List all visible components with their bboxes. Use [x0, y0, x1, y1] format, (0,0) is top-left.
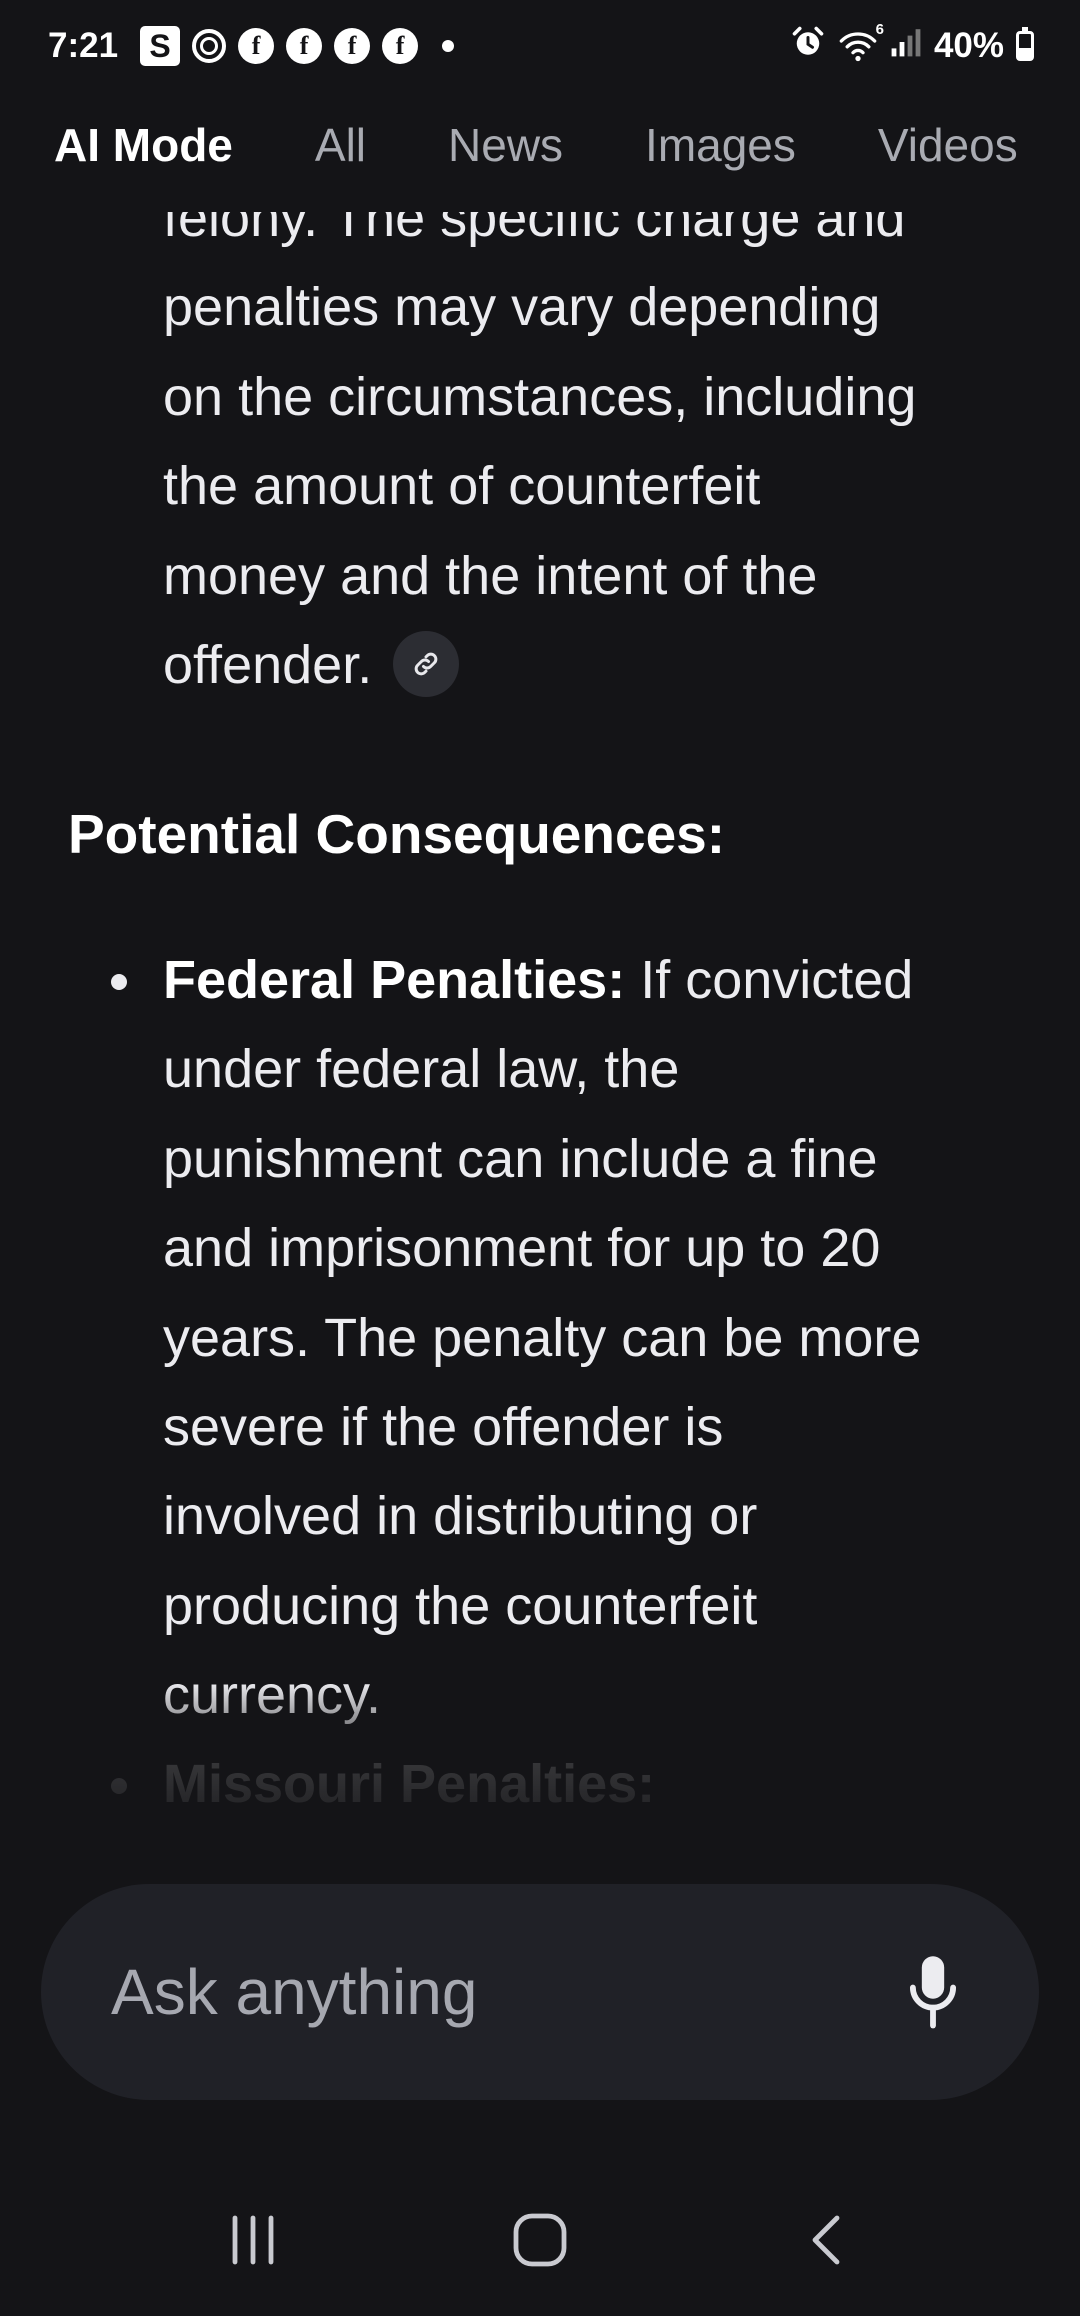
- battery-icon: [1016, 27, 1034, 61]
- signal-icon: [890, 26, 922, 67]
- bullet-line: currency.: [163, 1665, 382, 1726]
- tab-all[interactable]: All: [315, 118, 366, 172]
- bullet-dot: [111, 1778, 127, 1794]
- bullet-line: punishment can include a fine: [163, 1128, 878, 1189]
- paragraph-line: on the circumstances, including: [163, 366, 917, 427]
- more-dot-icon: [442, 40, 455, 52]
- bullet-line: under federal law, the: [163, 1039, 680, 1100]
- facebook-icon: f: [382, 28, 419, 64]
- home-icon: [513, 2213, 567, 2267]
- bullet-text: If convicted: [625, 950, 914, 1010]
- paragraph: felony. The specific charge and penaltie…: [163, 212, 1023, 710]
- bullet-line: involved in distributing or: [163, 1486, 758, 1547]
- back-icon: [812, 2215, 840, 2265]
- bullet-line: severe if the offender is: [163, 1397, 724, 1458]
- source-link-button[interactable]: [393, 630, 460, 697]
- bullet-title: Federal Penalties:: [163, 950, 626, 1010]
- tab-images[interactable]: Images: [645, 118, 796, 172]
- recent-apps-icon: [232, 2215, 274, 2265]
- bullet-line: producing the counterfeit: [163, 1575, 758, 1636]
- link-icon: [414, 652, 438, 676]
- recent-apps-button[interactable]: [193, 2190, 313, 2290]
- status-right: 6 40%: [790, 21, 1034, 69]
- facebook-icon: f: [238, 28, 275, 64]
- paragraph-line-text: offender.: [163, 635, 373, 696]
- home-button[interactable]: [480, 2190, 600, 2290]
- bullet-dot: [111, 974, 127, 990]
- bullet-line: years. The penalty can be more: [163, 1307, 922, 1368]
- bullet-item: Federal Penalties: If convicted under fe…: [111, 936, 1023, 1741]
- status-left: 7:21 S f f f f: [48, 26, 455, 66]
- tab-videos[interactable]: Videos: [878, 118, 1018, 172]
- screen: 7:21 S f f f f 6 40% AI Mode All News Im…: [0, 0, 1080, 2316]
- back-button[interactable]: [767, 2190, 887, 2290]
- alarm-icon: [790, 24, 826, 69]
- status-time: 7:21: [48, 26, 119, 65]
- bullet-line: and imprisonment for up to 20: [163, 1218, 881, 1279]
- system-nav-bar: [0, 2180, 1080, 2300]
- paragraph-line: felony. The specific charge and: [163, 212, 906, 248]
- paragraph-line: money and the intent of the: [163, 545, 818, 606]
- paragraph-line: the amount of counterfeit: [163, 456, 761, 517]
- bullet-first-line: Federal Penalties: If convicted: [163, 936, 1023, 1025]
- tab-ai-mode[interactable]: AI Mode: [54, 118, 233, 172]
- status-bar: 7:21 S f f f f 6 40%: [0, 0, 1080, 92]
- ai-response: felony. The specific charge and penaltie…: [0, 212, 1080, 1852]
- ask-input[interactable]: [109, 1954, 873, 2030]
- tab-news[interactable]: News: [448, 118, 563, 172]
- battery-percent: 40%: [933, 26, 1004, 65]
- search-tabs: AI Mode All News Images Videos: [54, 118, 1080, 172]
- bullet-title: Missouri Penalties:: [163, 1754, 656, 1814]
- wifi-badge: 6: [875, 21, 884, 38]
- wifi-icon: 6: [838, 21, 884, 63]
- paragraph-line-last: offender.: [163, 621, 1023, 710]
- facebook-icon: f: [286, 28, 323, 64]
- facebook-icon: f: [334, 28, 371, 64]
- bullet-first-line: Missouri Penalties:: [163, 1740, 1023, 1829]
- ask-bar: [41, 1884, 1039, 2100]
- microphone-icon: [909, 1956, 957, 2029]
- threads-icon: [192, 29, 227, 63]
- section-heading: Potential Consequences:: [68, 803, 726, 865]
- s-app-icon: S: [140, 26, 181, 66]
- microphone-button[interactable]: [897, 1947, 969, 2037]
- bullet-item: Missouri Penalties:: [111, 1740, 1023, 1829]
- paragraph-line: penalties may vary depending: [163, 277, 881, 338]
